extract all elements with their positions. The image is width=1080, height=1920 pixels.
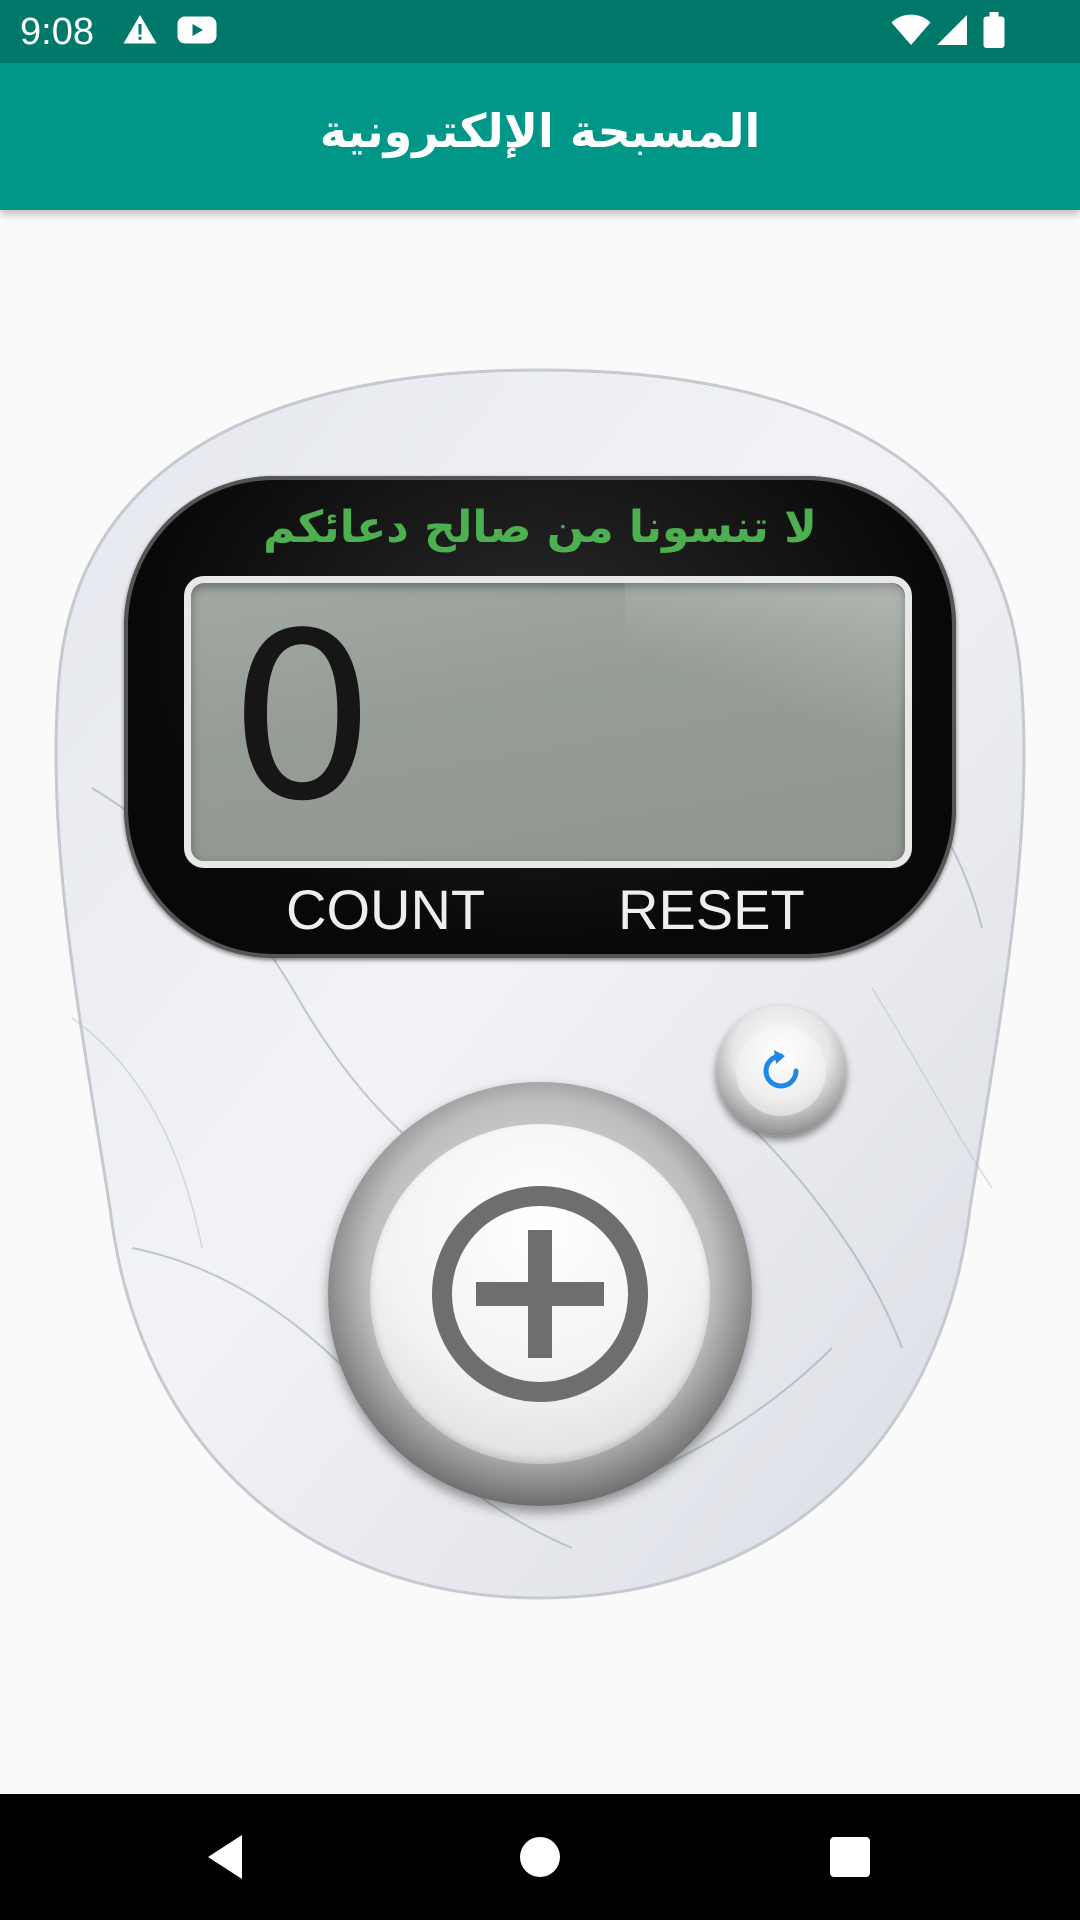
recents-icon[interactable] — [820, 1827, 880, 1891]
refresh-icon — [763, 1050, 799, 1089]
plus-button-face — [370, 1124, 710, 1464]
home-icon[interactable] — [510, 1827, 570, 1891]
reset-button[interactable] — [716, 1006, 846, 1136]
count-plus-button[interactable] — [328, 1082, 752, 1506]
reset-button-face — [736, 1026, 826, 1116]
reset-label: RESET — [618, 878, 805, 941]
lcd-screen: 0 — [184, 576, 912, 868]
status-time: 9:08 — [20, 11, 94, 53]
app-title: المسبحة الإلكترونية — [319, 104, 761, 158]
battery-icon — [982, 12, 1006, 52]
signal-icon — [934, 12, 970, 52]
count-value: 0 — [229, 585, 376, 852]
navigation-bar — [0, 1794, 1080, 1920]
warning-icon — [122, 12, 158, 52]
dua-text: لا تنسونا من صالح دعائكم — [263, 502, 817, 553]
lcd-glare — [625, 583, 905, 861]
wifi-icon — [890, 12, 932, 52]
count-label: COUNT — [286, 878, 486, 941]
back-icon[interactable] — [198, 1827, 258, 1891]
status-bar: 9:08 — [0, 0, 1080, 63]
plus-circle-icon — [432, 1186, 648, 1402]
app-bar: المسبحة الإلكترونية — [0, 63, 1080, 210]
youtube-icon — [176, 12, 218, 52]
